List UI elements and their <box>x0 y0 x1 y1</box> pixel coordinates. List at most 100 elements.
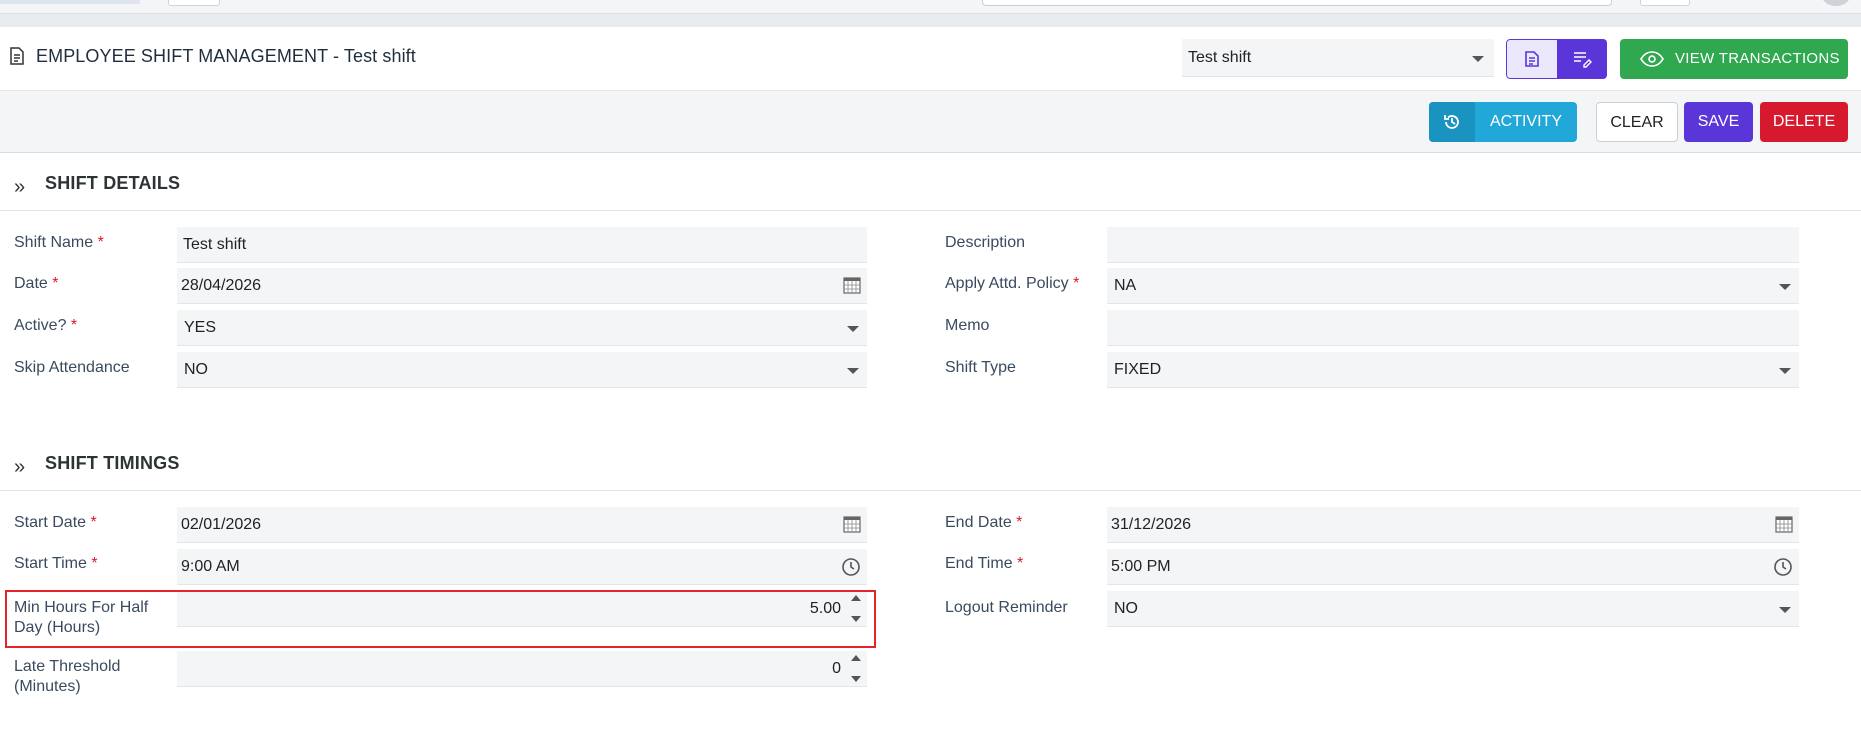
section-shift-details[interactable]: » SHIFT DETAILS <box>0 153 1861 211</box>
document-view-button[interactable] <box>1506 39 1558 79</box>
skip-attendance-label: Skip Attendance <box>14 359 130 376</box>
view-mode-toggle <box>1506 39 1607 79</box>
global-search-input[interactable] <box>982 0 1612 6</box>
date-value: 28/04/2026 <box>181 277 262 294</box>
late-threshold-label-line2: (Minutes) <box>14 678 81 695</box>
document-icon <box>10 47 24 65</box>
required-marker: * <box>1016 514 1023 531</box>
required-marker: * <box>70 317 78 334</box>
shift-type-select[interactable]: FIXED <box>1107 352 1799 388</box>
skip-attendance-value: NO <box>184 361 208 378</box>
late-threshold-label-line1: Late Threshold <box>14 658 121 675</box>
nav-button[interactable] <box>1640 0 1690 6</box>
end-date-input[interactable]: 31/12/2026 <box>1107 507 1799 543</box>
save-button[interactable]: SAVE <box>1684 102 1753 142</box>
activity-button[interactable]: ACTIVITY <box>1429 102 1577 142</box>
end-date-value: 31/12/2026 <box>1111 516 1192 533</box>
page-title: EMPLOYEE SHIFT MANAGEMENT - Test shift <box>36 46 416 66</box>
required-marker: * <box>1073 275 1080 292</box>
shift-name-input[interactable]: Test shift <box>177 227 867 263</box>
eye-icon <box>1640 51 1664 67</box>
start-time-value: 9:00 AM <box>181 558 240 575</box>
start-time-label: Start Time * <box>14 554 98 574</box>
calendar-icon[interactable] <box>843 276 861 294</box>
apply-attd-policy-label-text: Apply Attd. Policy <box>945 275 1069 292</box>
logout-reminder-value: NO <box>1114 600 1138 617</box>
shift-type-label: Shift Type <box>945 359 1016 376</box>
chevron-down-icon <box>1472 56 1484 62</box>
active-label-text: Active? <box>14 317 67 334</box>
late-threshold-label: Late Threshold (Minutes) <box>14 657 120 697</box>
increment-icon[interactable] <box>851 655 861 661</box>
memo-label: Memo <box>945 317 990 334</box>
shift-type-value: FIXED <box>1114 361 1162 378</box>
history-icon <box>1444 115 1459 129</box>
date-label: Date * <box>14 274 58 294</box>
calendar-icon[interactable] <box>1775 515 1793 533</box>
active-value: YES <box>184 319 217 336</box>
end-time-input[interactable]: 5:00 PM <box>1107 549 1799 585</box>
shift-name-value: Test shift <box>183 236 247 253</box>
start-time-label-text: Start Time <box>14 555 87 572</box>
start-date-input[interactable]: 02/01/2026 <box>177 507 867 543</box>
chevron-down-icon <box>1779 607 1791 613</box>
active-select[interactable]: YES <box>177 310 867 346</box>
nav-button[interactable] <box>168 0 220 6</box>
chevron-down-icon <box>1779 368 1791 374</box>
form-panel: EMPLOYEE SHIFT MANAGEMENT - Test shift T… <box>0 27 1861 735</box>
clock-icon[interactable] <box>1773 557 1793 577</box>
clock-icon[interactable] <box>841 557 861 577</box>
required-marker: * <box>90 514 97 531</box>
required-marker: * <box>1017 555 1024 572</box>
date-input[interactable]: 28/04/2026 <box>177 268 867 304</box>
end-time-label-text: End Time <box>945 555 1013 572</box>
save-label: SAVE <box>1697 113 1740 130</box>
activity-label: ACTIVITY <box>1489 113 1562 130</box>
document-view-icon <box>1525 51 1539 67</box>
clear-label: CLEAR <box>1610 114 1664 131</box>
section-title: SHIFT DETAILS <box>45 173 181 193</box>
record-select-value: Test shift <box>1188 49 1252 66</box>
required-marker: * <box>97 234 104 251</box>
start-time-input[interactable]: 9:00 AM <box>177 549 867 585</box>
date-label-text: Date <box>14 275 48 292</box>
logout-reminder-select[interactable]: NO <box>1107 591 1799 627</box>
view-transactions-button[interactable]: VIEW TRANSACTIONS <box>1620 39 1848 79</box>
top-navigation-strip <box>0 0 1861 14</box>
skip-attendance-select[interactable]: NO <box>177 352 867 388</box>
description-label: Description <box>945 234 1026 251</box>
logout-reminder-label: Logout Reminder <box>945 599 1068 616</box>
app-logo-area <box>0 0 140 4</box>
record-select[interactable]: Test shift <box>1182 39 1494 77</box>
history-icon-area <box>1429 102 1475 142</box>
chevron-down-icon <box>1779 284 1791 290</box>
required-marker: * <box>52 275 59 292</box>
late-threshold-value: 0 <box>832 660 841 677</box>
start-date-value: 02/01/2026 <box>181 516 262 533</box>
memo-input[interactable] <box>1107 310 1799 346</box>
end-date-label-text: End Date <box>945 514 1012 531</box>
list-edit-icon <box>1574 52 1592 68</box>
active-label: Active? * <box>14 316 77 336</box>
section-shift-timings[interactable]: » SHIFT TIMINGS <box>0 433 1861 491</box>
delete-button[interactable]: DELETE <box>1760 102 1848 142</box>
shift-name-label-text: Shift Name <box>14 234 94 251</box>
calendar-icon[interactable] <box>843 515 861 533</box>
view-transactions-label: VIEW TRANSACTIONS <box>1675 50 1840 67</box>
avatar[interactable] <box>1822 0 1850 6</box>
shift-name-label: Shift Name * <box>14 233 104 253</box>
apply-attd-policy-select[interactable]: NA <box>1107 268 1799 304</box>
chevron-down-icon <box>847 368 859 374</box>
required-marker: * <box>91 555 98 572</box>
section-title: SHIFT TIMINGS <box>45 453 180 473</box>
edit-view-button[interactable] <box>1557 39 1607 79</box>
apply-attd-policy-value: NA <box>1114 277 1137 294</box>
chevron-down-icon <box>847 326 859 332</box>
decrement-icon[interactable] <box>851 676 861 682</box>
start-date-label-text: Start Date <box>14 514 87 531</box>
apply-attd-policy-label: Apply Attd. Policy * <box>945 274 1079 294</box>
clear-button[interactable]: CLEAR <box>1596 102 1678 142</box>
description-input[interactable] <box>1107 227 1799 263</box>
late-threshold-input[interactable]: 0 <box>177 651 867 687</box>
double-chevron-right-icon: » <box>14 456 26 478</box>
